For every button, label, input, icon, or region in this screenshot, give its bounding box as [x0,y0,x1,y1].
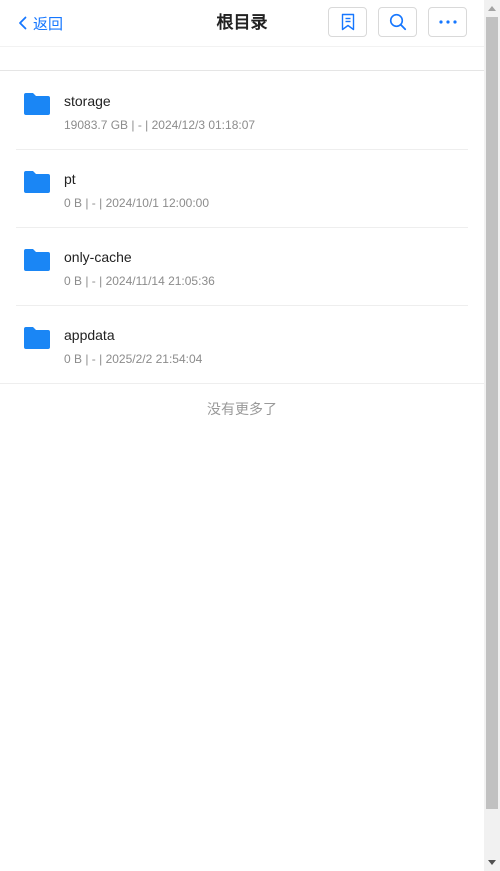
back-label: 返回 [33,15,64,33]
search-button[interactable] [378,7,417,37]
item-meta: 0 B | - | 2024/11/14 21:05:36 [64,274,215,288]
vertical-scrollbar[interactable] [484,0,500,871]
bookmark-button[interactable] [328,7,367,37]
item-name: storage [64,93,111,109]
bookmark-icon [341,13,354,31]
folder-icon [24,93,50,115]
back-button[interactable]: 返回 [18,12,63,34]
item-meta: 0 B | - | 2024/10/1 12:00:00 [64,196,210,210]
triangle-down-icon [488,860,496,865]
search-icon [389,13,406,31]
ellipsis-icon [438,20,457,24]
scroll-down-arrow[interactable] [484,854,500,871]
divider [0,383,484,384]
page: 返回 根目录 storage 19083.7 GB | - | 2024/12/… [0,0,500,871]
list-item[interactable]: only-cache 0 B | - | 2024/11/14 21:05:36 [0,228,484,306]
scroll-up-arrow[interactable] [484,0,500,17]
item-name: pt [64,171,76,187]
main-content: 返回 根目录 storage 19083.7 GB | - | 2024/12/… [0,0,484,871]
item-name: only-cache [64,249,132,265]
header-bar: 返回 根目录 [0,0,484,46]
folder-icon [24,171,50,193]
scroll-thumb[interactable] [486,17,498,809]
list-item[interactable]: appdata 0 B | - | 2025/2/2 21:54:04 [0,306,484,384]
list-item[interactable]: storage 19083.7 GB | - | 2024/12/3 01:18… [0,72,484,150]
folder-icon [24,327,50,349]
triangle-up-icon [488,6,496,11]
item-meta: 0 B | - | 2025/2/2 21:54:04 [64,352,203,366]
item-meta: 19083.7 GB | - | 2024/12/3 01:18:07 [64,118,256,132]
folder-list: storage 19083.7 GB | - | 2024/12/3 01:18… [0,72,484,384]
toolbar-strip [0,46,484,71]
chevron-left-icon [19,16,27,30]
item-name: appdata [64,327,115,343]
no-more-text: 没有更多了 [207,401,277,417]
more-button[interactable] [428,7,467,37]
list-item[interactable]: pt 0 B | - | 2024/10/1 12:00:00 [0,150,484,228]
folder-icon [24,249,50,271]
